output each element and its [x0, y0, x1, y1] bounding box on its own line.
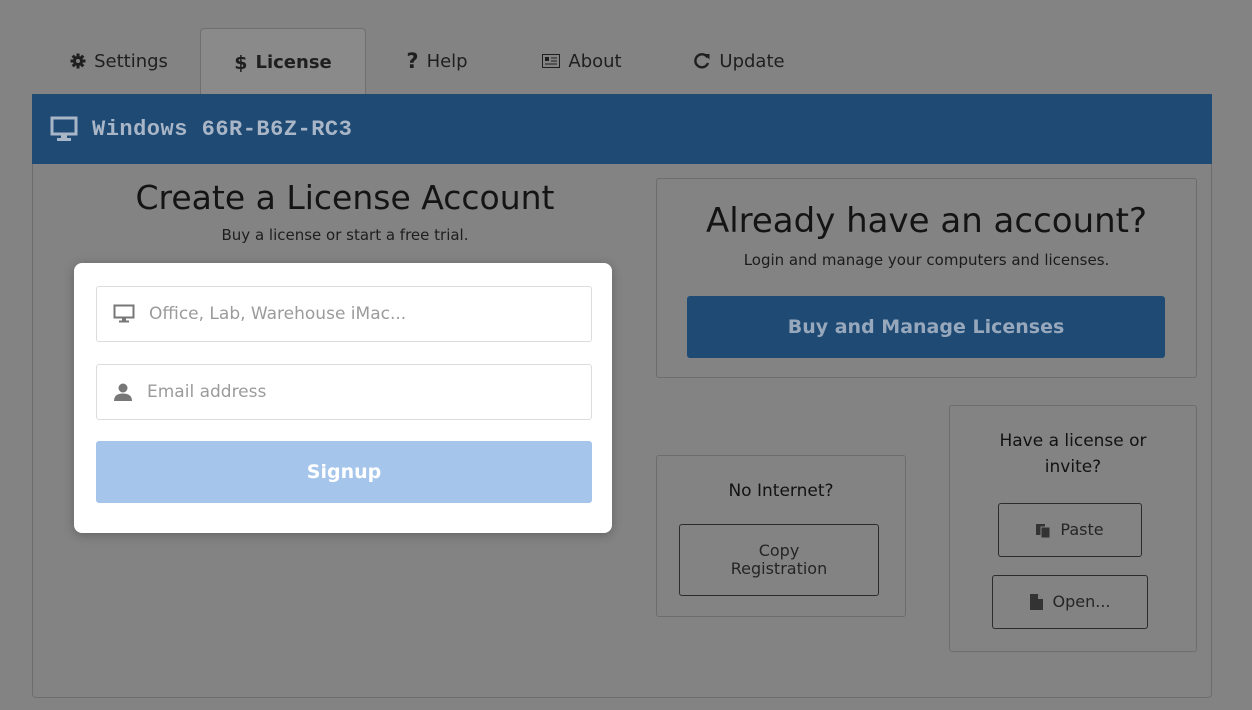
email-input[interactable]: [147, 382, 567, 402]
open-button[interactable]: Open...: [992, 575, 1148, 629]
have-license-line2: invite?: [1044, 457, 1102, 477]
tab-label: License: [255, 52, 332, 73]
id-card-icon: [542, 54, 561, 68]
user-icon: [113, 382, 133, 402]
monitor-icon: [113, 304, 135, 324]
question-icon: ?: [406, 49, 419, 73]
tab-label: Help: [426, 50, 468, 72]
tab-label: About: [568, 50, 622, 72]
no-internet-box: No Internet? Copy Registration: [656, 455, 906, 617]
computer-header-bar: Windows 66R-B6Z-RC3: [32, 94, 1212, 164]
copy-label-line1: Copy: [758, 541, 800, 560]
have-license-title: Have a license or invite?: [950, 428, 1196, 480]
tab-update[interactable]: Update: [684, 28, 794, 94]
tab-label: Settings: [94, 50, 168, 72]
create-account-title: Create a License Account: [135, 178, 555, 217]
paste-button[interactable]: Paste: [998, 503, 1142, 557]
account-subtitle: Login and manage your computers and lice…: [743, 251, 1110, 269]
have-license-line1: Have a license or: [999, 431, 1147, 451]
file-icon: [1029, 594, 1043, 610]
paste-label: Paste: [1060, 520, 1104, 539]
no-internet-title: No Internet?: [728, 481, 834, 501]
email-field[interactable]: [96, 364, 592, 420]
tab-about[interactable]: About: [532, 28, 632, 94]
tab-settings[interactable]: Settings: [64, 28, 174, 94]
have-license-box: Have a license or invite? Paste Open...: [949, 405, 1197, 652]
buy-manage-licenses-button[interactable]: Buy and Manage Licenses: [687, 296, 1165, 358]
gear-icon: [70, 53, 86, 69]
computer-name-input[interactable]: [149, 304, 569, 324]
tab-help[interactable]: ? Help: [392, 28, 482, 94]
signup-card: Signup: [74, 263, 612, 533]
create-account-subtitle: Buy a license or start a free trial.: [221, 226, 469, 244]
account-title: Already have an account?: [705, 201, 1148, 241]
open-label: Open...: [1052, 592, 1111, 611]
computer-name-field[interactable]: [96, 286, 592, 342]
account-box: Already have an account? Login and manag…: [656, 178, 1197, 378]
copy-label-line2: Registration: [730, 559, 828, 578]
tab-label: Update: [719, 50, 785, 72]
dollar-icon: $: [234, 51, 248, 74]
computer-title: Windows 66R-B6Z-RC3: [92, 116, 353, 142]
signup-button[interactable]: Signup: [96, 441, 592, 503]
tab-license[interactable]: $ License: [200, 28, 366, 96]
refresh-icon: [693, 52, 711, 70]
monitor-icon: [50, 116, 78, 142]
paste-icon: [1036, 522, 1051, 538]
copy-registration-button[interactable]: Copy Registration: [679, 524, 879, 596]
